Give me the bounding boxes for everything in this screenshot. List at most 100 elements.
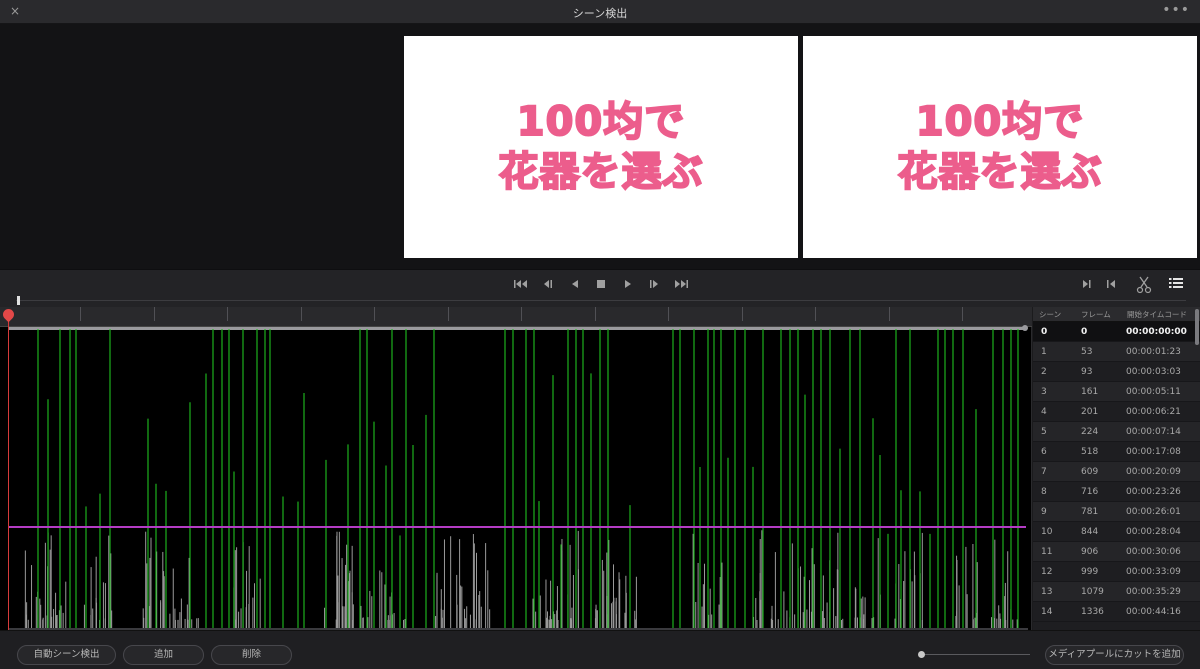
table-row[interactable]: 3 161 00:00:05:11 <box>1033 382 1200 402</box>
skip-to-end-icon[interactable] <box>672 278 690 296</box>
play-icon[interactable] <box>619 278 637 296</box>
ruler-tick <box>742 307 743 321</box>
list-view-icon[interactable] <box>1167 276 1185 294</box>
table-row[interactable]: 12 999 00:00:33:09 <box>1033 562 1200 582</box>
cell-frame: 1336 <box>1081 606 1104 617</box>
cell-scene: 11 <box>1041 546 1053 557</box>
table-row[interactable]: 1 53 00:00:01:23 <box>1033 342 1200 362</box>
cell-start-timecode: 00:00:00:00 <box>1126 326 1187 337</box>
scene-list-table: シーン フレーム 開始タイムコード 0 0 00:00:00:00 1 53 00:00:… <box>1033 307 1200 630</box>
cell-scene: 7 <box>1041 466 1047 477</box>
scrub-handle[interactable] <box>17 296 20 305</box>
column-header-start-timecode[interactable]: 開始タイムコード <box>1121 309 1200 320</box>
footer-bar: 自動シーン検出 追加 削除 メディアプールにカットを追加 <box>0 630 1200 669</box>
cell-start-timecode: 00:00:23:26 <box>1126 486 1181 497</box>
cell-start-timecode: 00:00:01:23 <box>1126 346 1181 357</box>
ruler-tick <box>889 307 890 321</box>
add-button[interactable]: 追加 <box>123 645 204 665</box>
cell-start-timecode: 00:00:33:09 <box>1126 566 1181 577</box>
table-header: シーン フレーム 開始タイムコード <box>1033 307 1200 322</box>
cell-scene: 0 <box>1041 326 1048 337</box>
cell-scene: 12 <box>1041 566 1053 577</box>
window-title: シーン検出 <box>572 7 628 20</box>
step-back-icon[interactable] <box>539 278 557 296</box>
mark-out-icon[interactable] <box>1102 278 1120 296</box>
step-forward-icon[interactable] <box>645 278 663 296</box>
delete-button[interactable]: 削除 <box>211 645 292 665</box>
table-row[interactable]: 5 224 00:00:07:14 <box>1033 422 1200 442</box>
stop-icon[interactable] <box>592 278 610 296</box>
cell-frame: 0 <box>1081 326 1088 337</box>
ruler-tick <box>448 307 449 321</box>
add-cuts-to-media-pool-button[interactable]: メディアプールにカットを追加 <box>1045 645 1184 665</box>
frame-text-line1: 100均で <box>915 98 1085 146</box>
play-reverse-icon[interactable] <box>566 278 584 296</box>
cell-scene: 8 <box>1041 486 1047 497</box>
scrub-bar[interactable] <box>16 300 1186 301</box>
cell-frame: 518 <box>1081 446 1099 457</box>
cell-scene: 6 <box>1041 446 1047 457</box>
mark-in-icon[interactable] <box>1078 278 1096 296</box>
ruler-tick <box>227 307 228 321</box>
table-row[interactable]: 11 906 00:00:30:06 <box>1033 542 1200 562</box>
cell-frame: 609 <box>1081 466 1099 477</box>
cell-start-timecode: 00:00:26:01 <box>1126 506 1181 517</box>
cell-scene: 1 <box>1041 346 1047 357</box>
cell-scene: 4 <box>1041 406 1047 417</box>
table-row[interactable]: 4 201 00:00:06:21 <box>1033 402 1200 422</box>
cell-start-timecode: 00:00:17:08 <box>1126 446 1181 457</box>
cell-start-timecode: 00:00:06:21 <box>1126 406 1181 417</box>
cell-frame: 161 <box>1081 386 1099 397</box>
table-row[interactable]: 7 609 00:00:20:09 <box>1033 462 1200 482</box>
auto-scene-detect-button[interactable]: 自動シーン検出 <box>17 645 116 665</box>
column-header-frame[interactable]: フレーム <box>1075 309 1121 320</box>
cell-start-timecode: 00:00:28:04 <box>1126 526 1181 537</box>
cell-frame: 781 <box>1081 506 1099 517</box>
cell-frame: 999 <box>1081 566 1099 577</box>
scene-detection-graph[interactable] <box>0 306 1032 630</box>
ruler-tick <box>595 307 596 321</box>
cell-scene: 14 <box>1041 606 1053 617</box>
cell-scene: 5 <box>1041 426 1047 437</box>
table-row[interactable]: 6 518 00:00:17:08 <box>1033 442 1200 462</box>
preview-viewer: 100均で 花器を選ぶ 100均で 花器を選ぶ <box>0 24 1200 269</box>
table-row[interactable]: 8 716 00:00:23:26 <box>1033 482 1200 502</box>
ruler-tick <box>815 307 816 321</box>
cell-frame: 1079 <box>1081 586 1104 597</box>
cell-frame: 844 <box>1081 526 1099 537</box>
cell-scene: 3 <box>1041 386 1047 397</box>
cell-start-timecode: 00:00:35:29 <box>1126 586 1181 597</box>
cell-frame: 716 <box>1081 486 1099 497</box>
cell-frame: 53 <box>1081 346 1093 357</box>
cell-scene: 9 <box>1041 506 1047 517</box>
table-row[interactable]: 10 844 00:00:28:04 <box>1033 522 1200 542</box>
column-header-scene[interactable]: シーン <box>1033 309 1075 320</box>
ruler-tick <box>80 307 81 321</box>
table-row[interactable]: 14 1336 00:00:44:16 <box>1033 602 1200 622</box>
cell-start-timecode: 00:00:30:06 <box>1126 546 1181 557</box>
cell-start-timecode: 00:00:20:09 <box>1126 466 1181 477</box>
cut-icon[interactable] <box>1135 276 1153 294</box>
ruler-tick <box>154 307 155 321</box>
table-row[interactable]: 13 1079 00:00:35:29 <box>1033 582 1200 602</box>
zoom-slider-track[interactable] <box>922 654 1030 655</box>
table-row[interactable]: 2 93 00:00:03:03 <box>1033 362 1200 382</box>
skip-to-start-icon[interactable] <box>512 278 530 296</box>
preview-frame-previous: 100均で 花器を選ぶ <box>404 36 798 258</box>
frame-text-line2: 花器を選ぶ <box>897 148 1103 196</box>
preview-frame-current: 100均で 花器を選ぶ <box>803 36 1197 258</box>
table-body: 0 0 00:00:00:00 1 53 00:00:01:23 2 93 00:00:03:0… <box>1033 322 1200 622</box>
more-options-icon[interactable]: ••• <box>1162 2 1190 18</box>
ruler-tick <box>374 307 375 321</box>
frame-text-line1: 100均で <box>516 98 686 146</box>
timeline-ruler[interactable] <box>0 307 1032 327</box>
table-row[interactable]: 9 781 00:00:26:01 <box>1033 502 1200 522</box>
zoom-slider-handle[interactable] <box>918 651 925 658</box>
table-scrollbar[interactable] <box>1195 309 1199 345</box>
cell-scene: 10 <box>1041 526 1053 537</box>
cell-start-timecode: 00:00:44:16 <box>1126 606 1181 617</box>
table-row[interactable]: 0 0 00:00:00:00 <box>1033 322 1200 342</box>
cell-frame: 224 <box>1081 426 1099 437</box>
threshold-line[interactable] <box>8 526 1026 528</box>
playhead[interactable] <box>8 316 9 630</box>
